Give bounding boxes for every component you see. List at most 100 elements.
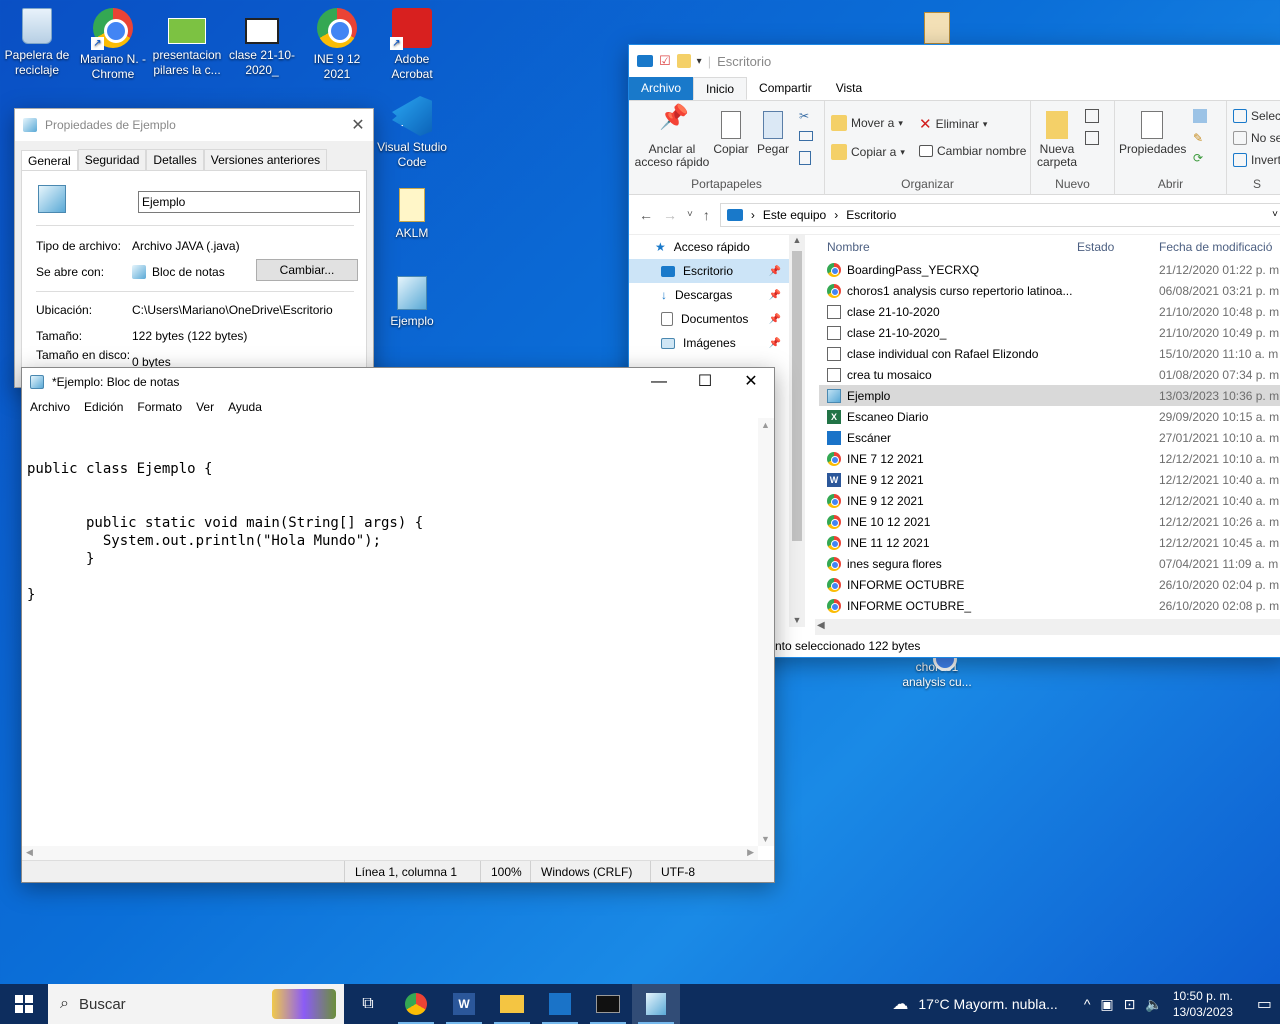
file-row[interactable]: INE 7 12 2021 12/12/2021 10:10 a. m xyxy=(819,448,1280,469)
vertical-scrollbar[interactable]: ▲ ▼ xyxy=(758,418,774,846)
recent-locations-icon[interactable]: ˅ xyxy=(687,209,693,220)
notepad-window[interactable]: *Ejemplo: Bloc de notas — ☐ ✕ Archivo Ed… xyxy=(21,367,775,883)
breadcrumb-este-equipo[interactable]: Este equipo xyxy=(763,208,826,222)
task-view-button[interactable]: ⧉ xyxy=(344,984,392,1024)
start-button[interactable] xyxy=(0,984,48,1024)
cut-icon[interactable]: ✂ xyxy=(799,109,809,123)
desktop-icon-chrome-profile[interactable]: Mariano N. - Chrome xyxy=(76,4,150,82)
file-row[interactable]: Escáner 27/01/2021 10:10 a. m xyxy=(819,427,1280,448)
address-dropdown-icon[interactable]: ˅ xyxy=(1272,209,1278,220)
minimize-icon[interactable]: — xyxy=(636,368,682,396)
taskbar-word[interactable]: W xyxy=(440,984,488,1024)
move-to-button[interactable]: Mover a ▾ xyxy=(831,115,903,131)
column-estado[interactable]: Estado xyxy=(1077,240,1159,254)
search-box[interactable]: ⌕ Buscar xyxy=(48,984,344,1024)
new-folder-button[interactable]: Nueva carpeta xyxy=(1035,111,1079,169)
select-none-button[interactable]: No se xyxy=(1233,131,1280,145)
navigation-scrollbar[interactable]: ▲ ▼ xyxy=(789,235,805,627)
tab-versiones[interactable]: Versiones anteriores xyxy=(203,149,328,170)
clock[interactable]: 10:50 p. m. 13/03/2023 xyxy=(1173,988,1233,1020)
file-row[interactable]: INFORME OCTUBRE_ 26/10/2020 02:08 p. m xyxy=(819,595,1280,616)
tab-detalles[interactable]: Detalles xyxy=(146,149,204,170)
checkmark-icon[interactable]: ☑ xyxy=(659,53,671,69)
maximize-icon[interactable]: ☐ xyxy=(682,368,728,396)
file-row[interactable]: INE 11 12 2021 12/12/2021 10:45 a. m xyxy=(819,532,1280,553)
forward-arrow-icon[interactable]: → xyxy=(663,207,677,223)
desktop-icon-ine[interactable]: INE 9 12 2021 xyxy=(300,4,374,82)
rename-button[interactable]: Cambiar nombre xyxy=(919,144,1026,158)
nav-item-descargas[interactable]: ↓ Descargas 📌 xyxy=(629,283,789,307)
file-row[interactable]: Ejemplo 13/03/2023 10:36 p. m xyxy=(819,385,1280,406)
file-row[interactable]: INE 10 12 2021 12/12/2021 10:26 a. m xyxy=(819,511,1280,532)
easy-access-icon[interactable] xyxy=(1085,131,1099,145)
menu-ayuda[interactable]: Ayuda xyxy=(228,400,262,414)
tab-vista[interactable]: Vista xyxy=(824,77,874,100)
menu-archivo[interactable]: Archivo xyxy=(30,400,70,414)
volume-icon[interactable]: 🔈 xyxy=(1145,996,1162,1013)
paste-shortcut-icon[interactable] xyxy=(799,151,811,165)
file-row[interactable]: INE 9 12 2021 12/12/2021 10:40 a. m xyxy=(819,490,1280,511)
properties-dialog[interactable]: Propiedades de Ejemplo ✕ General Segurid… xyxy=(14,108,374,390)
file-row[interactable]: clase 21-10-2020_ 21/10/2020 10:49 p. m xyxy=(819,322,1280,343)
pin-quick-access-button[interactable]: 📌 Anclar al acceso rápido xyxy=(633,106,711,169)
nav-item-documentos[interactable]: Documentos 📌 xyxy=(629,307,789,331)
column-fecha[interactable]: Fecha de modificació xyxy=(1159,240,1272,254)
close-icon[interactable]: ✕ xyxy=(343,115,373,135)
weather-icon[interactable]: ☁ xyxy=(892,994,908,1014)
weather-text[interactable]: 17°C Mayorm. nubla... xyxy=(918,996,1057,1012)
chevron-down-icon[interactable]: ▾ xyxy=(697,56,702,67)
breadcrumb-escritorio[interactable]: Escritorio xyxy=(846,208,896,222)
copy-to-button[interactable]: Copiar a ▾ xyxy=(831,144,905,160)
tab-inicio[interactable]: Inicio xyxy=(693,77,748,100)
file-row[interactable]: X Escaneo Diario 29/09/2020 10:15 a. m xyxy=(819,406,1280,427)
meet-now-icon[interactable]: ▣ xyxy=(1100,996,1113,1013)
file-row[interactable]: ines segura flores 07/04/2021 11:09 a. m xyxy=(819,553,1280,574)
new-item-icon[interactable] xyxy=(1085,109,1099,123)
desktop-icon-presentation[interactable]: presentacion pilares la c... xyxy=(150,4,224,78)
menu-ver[interactable]: Ver xyxy=(196,400,214,414)
desktop-icon-ejemplo[interactable]: Ejemplo xyxy=(375,272,449,329)
notifications-icon[interactable]: ▭ xyxy=(1257,994,1272,1014)
change-button[interactable]: Cambiar... xyxy=(256,259,358,281)
taskbar-terminal[interactable] xyxy=(584,984,632,1024)
horizontal-scrollbar[interactable]: ◀ xyxy=(815,619,1280,635)
nav-item-quick-access[interactable]: ★ Acceso rápido xyxy=(629,235,789,259)
desktop-file-icon[interactable] xyxy=(924,12,950,44)
delete-button[interactable]: ✕ Eliminar ▾ xyxy=(919,115,987,133)
copy-button[interactable]: Copiar xyxy=(713,111,749,156)
file-row[interactable]: clase individual con Rafael Elizondo 15/1… xyxy=(819,343,1280,364)
taskbar-notepad[interactable] xyxy=(632,984,680,1024)
select-all-button[interactable]: Selec xyxy=(1233,109,1280,123)
tab-compartir[interactable]: Compartir xyxy=(747,77,824,100)
close-icon[interactable]: ✕ xyxy=(728,368,774,396)
menu-edicion[interactable]: Edición xyxy=(84,400,123,414)
file-row[interactable]: choros1 analysis curso repertorio latino… xyxy=(819,280,1280,301)
nav-item-escritorio[interactable]: Escritorio 📌 xyxy=(629,259,789,283)
file-row[interactable]: crea tu mosaico 01/08/2020 07:34 p. m xyxy=(819,364,1280,385)
taskbar-chrome[interactable] xyxy=(392,984,440,1024)
properties-button[interactable]: Propiedades xyxy=(1119,111,1186,156)
open-icon[interactable] xyxy=(1193,109,1207,123)
tab-archivo[interactable]: Archivo xyxy=(629,77,694,100)
address-bar[interactable]: › Este equipo › Escritorio ˅ xyxy=(719,202,1280,227)
network-icon[interactable]: ⊡ xyxy=(1124,996,1136,1013)
taskbar-scanner[interactable] xyxy=(536,984,584,1024)
up-arrow-icon[interactable]: ↑ xyxy=(703,207,710,223)
chevron-up-icon[interactable]: ^ xyxy=(1084,996,1091,1012)
taskbar-file-explorer[interactable] xyxy=(488,984,536,1024)
edit-icon[interactable]: ✎ xyxy=(1193,131,1203,145)
desktop-icon-acrobat[interactable]: Adobe Acrobat xyxy=(375,4,449,82)
text-editor[interactable]: public class Ejemplo { public static voi… xyxy=(22,418,758,844)
desktop-icon-recycle-bin[interactable]: Papelera de reciclaje xyxy=(0,4,74,78)
desktop-icon-aklm[interactable]: AKLM xyxy=(375,184,449,241)
column-nombre[interactable]: Nombre xyxy=(819,240,1077,254)
filename-input[interactable] xyxy=(138,191,360,213)
history-icon[interactable]: ⟳ xyxy=(1193,151,1203,165)
back-arrow-icon[interactable]: ← xyxy=(639,207,653,223)
menu-formato[interactable]: Formato xyxy=(137,400,182,414)
file-row[interactable]: INFORME OCTUBRE 26/10/2020 02:04 p. m xyxy=(819,574,1280,595)
tab-general[interactable]: General xyxy=(21,150,78,171)
nav-item-imagenes[interactable]: Imágenes 📌 xyxy=(629,331,789,355)
copy-path-icon[interactable] xyxy=(799,131,813,141)
file-row[interactable]: W INE 9 12 2021 12/12/2021 10:40 a. m xyxy=(819,469,1280,490)
